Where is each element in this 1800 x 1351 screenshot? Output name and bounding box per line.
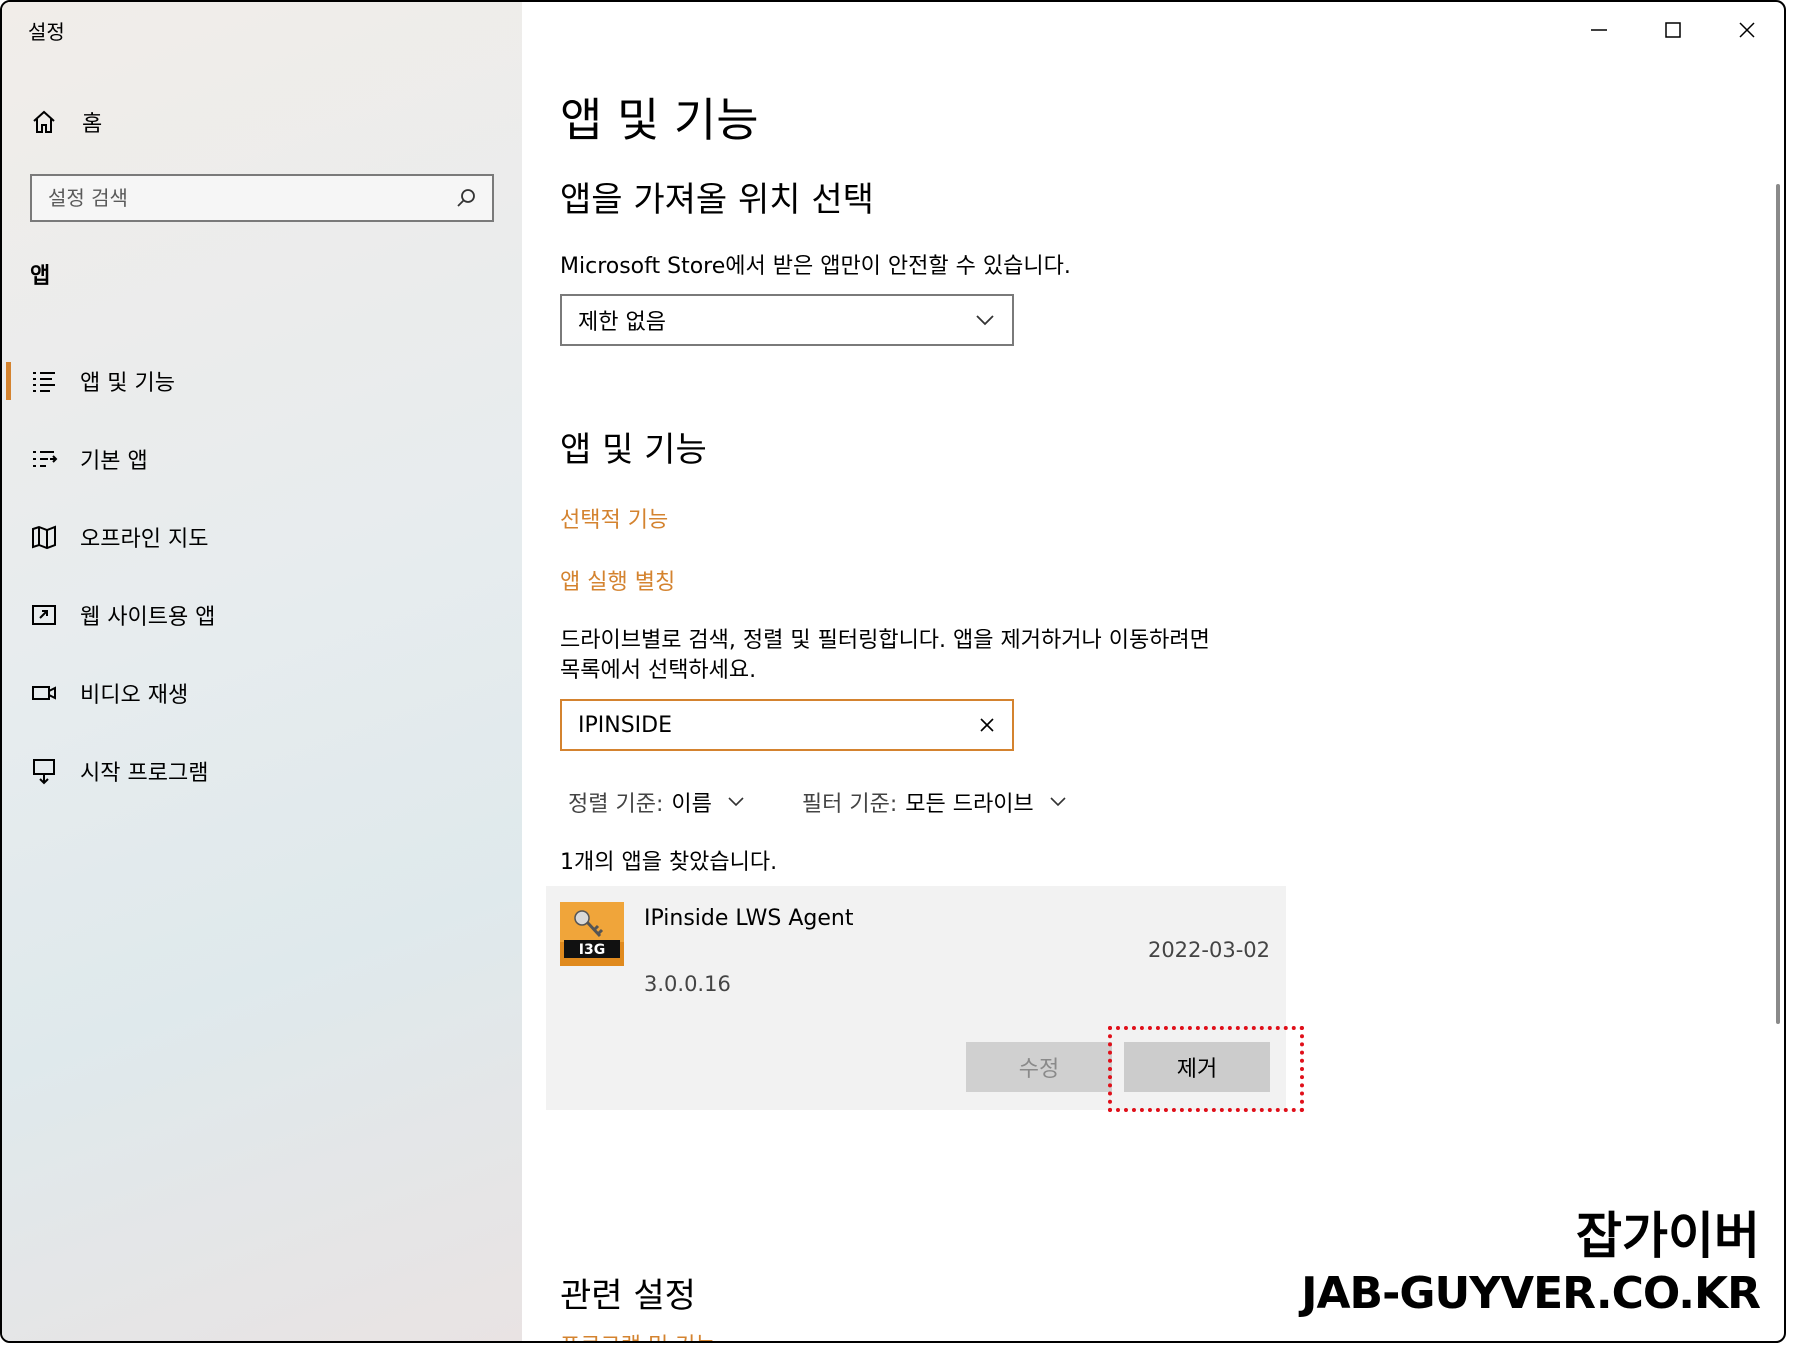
related-settings-heading: 관련 설정 — [560, 1276, 696, 1316]
sidebar-item-video-playback[interactable]: 비디오 재생 — [2, 654, 522, 732]
apps-features-heading: 앱 및 기능 — [560, 430, 707, 470]
sidebar-item-label: 비디오 재생 — [80, 683, 189, 708]
page-title: 앱 및 기능 — [560, 93, 759, 147]
app-search-input[interactable] — [562, 700, 976, 750]
source-dropdown-value: 제한 없음 — [578, 310, 666, 335]
app-list-item[interactable]: I3G IPinside LWS Agent 2022-03-02 3.0.0.… — [546, 886, 1286, 1110]
optional-features-link[interactable]: 선택적 기능 — [560, 502, 668, 534]
sort-key: 정렬 기준: — [568, 792, 664, 817]
filter-description-line: 드라이브별로 검색, 정렬 및 필터링합니다. 앱을 제거하거나 이동하려면 — [560, 628, 1210, 653]
source-description: Microsoft Store에서 받은 앱만이 안전할 수 있습니다. — [560, 254, 1071, 279]
sidebar-item-label: 오프라인 지도 — [80, 527, 209, 552]
filter-description-line: 목록에서 선택하세요. — [560, 658, 757, 683]
watermark: 잡가이버 JAB-GUYVER.CO.KR — [1301, 1196, 1761, 1319]
scrollbar[interactable] — [1776, 184, 1780, 1024]
filter-description: 드라이브별로 검색, 정렬 및 필터링합니다. 앱을 제거하거나 이동하려면 목… — [560, 626, 1210, 686]
sidebar-section-label: 앱 — [30, 264, 51, 289]
close-icon — [1739, 22, 1755, 38]
settings-search-box[interactable] — [30, 174, 494, 222]
programs-features-link[interactable]: 프로그램 및 기능 — [560, 1328, 716, 1341]
video-icon — [32, 686, 56, 700]
sidebar-item-label: 웹 사이트용 앱 — [80, 605, 216, 630]
watermark-line: 잡가이버 — [1576, 1207, 1760, 1265]
default-apps-icon — [33, 451, 58, 467]
main-content: 앱 및 기능 앱을 가져올 위치 선택 Microsoft Store에서 받은… — [546, 2, 1740, 1341]
sidebar-item-website-apps[interactable]: 웹 사이트용 앱 — [2, 576, 522, 654]
window-title: 설정 — [28, 20, 65, 44]
app-search-box[interactable] — [560, 699, 1014, 751]
chevron-down-icon — [1050, 797, 1066, 807]
source-dropdown[interactable]: 제한 없음 — [560, 294, 1014, 346]
sidebar-item-label: 앱 및 기능 — [80, 371, 175, 396]
app-install-date: 2022-03-02 — [1147, 938, 1270, 962]
filter-key: 필터 기준: — [801, 792, 898, 817]
modify-button[interactable]: 수정 — [966, 1042, 1112, 1092]
settings-search-input[interactable] — [32, 175, 454, 221]
sidebar-item-offline-maps[interactable]: 오프라인 지도 — [2, 498, 522, 576]
chevron-down-icon — [976, 315, 994, 326]
sort-filter-row: 정렬 기준: 이름 필터 기준: 모든 드라이브 — [568, 786, 1068, 818]
clear-icon[interactable] — [976, 714, 998, 736]
sidebar-item-label: 시작 프로그램 — [80, 761, 209, 786]
app-name: IPinside LWS Agent — [644, 906, 854, 931]
home-icon — [33, 110, 55, 133]
source-heading: 앱을 가져올 위치 선택 — [560, 180, 874, 220]
sort-value: 이름 — [671, 792, 712, 817]
watermark-line: JAB-GUYVER.CO.KR — [1301, 1268, 1761, 1319]
sidebar-item-label: 기본 앱 — [80, 449, 148, 474]
sidebar-nav: 앱 및 기능 기본 앱 오프라인 지도 웹 사이트용 앱 비디오 재생 시작 프… — [2, 342, 522, 810]
app-version: 3.0.0.16 — [644, 972, 731, 996]
filter-value: 모든 드라이브 — [905, 792, 1034, 817]
map-icon — [32, 525, 56, 550]
found-count: 1개의 앱을 찾았습니다. — [560, 850, 778, 875]
app-icon: I3G — [560, 902, 624, 966]
list-icon — [33, 372, 55, 392]
startup-icon — [33, 759, 55, 785]
sidebar-item-default-apps[interactable]: 기본 앱 — [2, 420, 522, 498]
uninstall-button[interactable]: 제거 — [1124, 1042, 1270, 1092]
app-icon-text: I3G — [579, 942, 605, 958]
filter-drive-dropdown[interactable]: 필터 기준: 모든 드라이브 — [802, 786, 1068, 818]
sidebar-item-startup[interactable]: 시작 프로그램 — [2, 732, 522, 810]
sort-dropdown[interactable]: 정렬 기준: 이름 — [568, 786, 746, 818]
app-alias-link[interactable]: 앱 실행 별칭 — [560, 564, 675, 596]
chevron-down-icon — [728, 797, 744, 807]
search-icon[interactable] — [454, 186, 478, 210]
settings-window: 설정 홈 앱 — [0, 0, 1786, 1343]
sidebar-item-apps-features[interactable]: 앱 및 기능 — [2, 342, 522, 420]
sidebar: 설정 홈 앱 — [2, 2, 522, 1341]
website-app-icon — [32, 605, 56, 625]
home-nav[interactable]: 홈 — [30, 102, 102, 142]
home-label: 홈 — [82, 112, 103, 137]
